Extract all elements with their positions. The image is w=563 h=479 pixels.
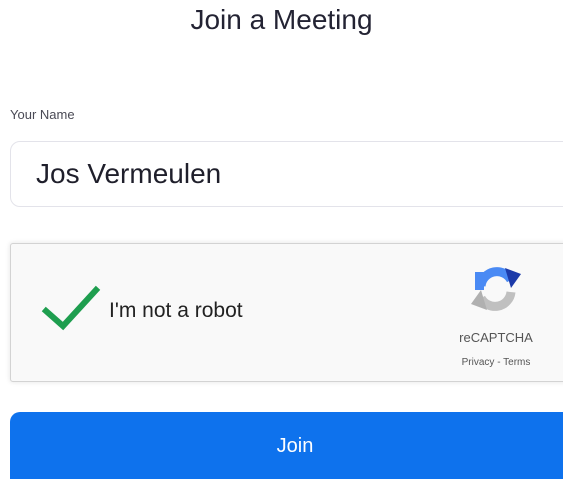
recaptcha-links: Privacy - Terms bbox=[411, 356, 563, 370]
your-name-label: Your Name bbox=[10, 107, 75, 122]
privacy-link[interactable]: Privacy bbox=[462, 357, 495, 368]
links-separator: - bbox=[494, 357, 504, 368]
recaptcha-widget: I'm not a robot reCAPTCHA Privacy - Term… bbox=[10, 243, 563, 382]
not-a-robot-label: I'm not a robot bbox=[109, 299, 243, 322]
join-button[interactable]: Join bbox=[10, 412, 563, 479]
recaptcha-brand-text: reCAPTCHA bbox=[459, 330, 533, 345]
checkmark-icon[interactable] bbox=[41, 284, 101, 334]
terms-link[interactable]: Terms bbox=[503, 357, 530, 368]
your-name-input[interactable] bbox=[10, 141, 563, 207]
recaptcha-logo-icon bbox=[471, 267, 521, 311]
join-meeting-page: Join a Meeting Your Name I'm not a robot… bbox=[0, 0, 563, 479]
page-title: Join a Meeting bbox=[190, 4, 373, 35]
